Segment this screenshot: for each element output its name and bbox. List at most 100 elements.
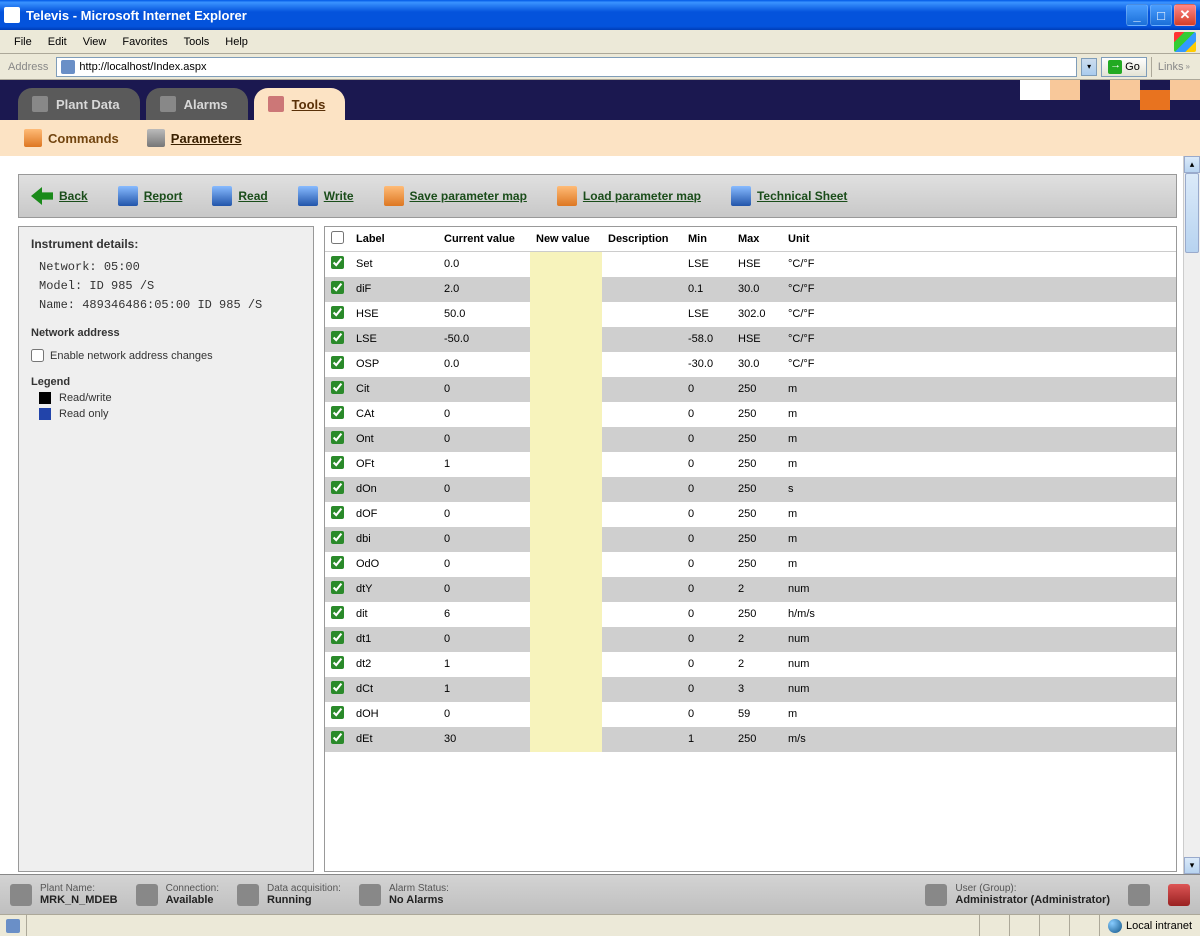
table-row: Cit00250m bbox=[325, 377, 1176, 402]
row-checkbox[interactable] bbox=[331, 656, 344, 669]
cell-new-value[interactable] bbox=[530, 477, 602, 502]
cell-new-value[interactable] bbox=[530, 702, 602, 727]
row-checkbox[interactable] bbox=[331, 606, 344, 619]
row-checkbox[interactable] bbox=[331, 506, 344, 519]
read-button[interactable]: Read bbox=[212, 186, 267, 206]
row-checkbox[interactable] bbox=[331, 381, 344, 394]
select-all-checkbox[interactable] bbox=[331, 231, 344, 244]
cell-new-value[interactable] bbox=[530, 677, 602, 702]
enable-network-changes-checkbox[interactable]: Enable network address changes bbox=[31, 349, 301, 362]
home-button[interactable] bbox=[1128, 884, 1150, 906]
row-checkbox[interactable] bbox=[331, 631, 344, 644]
address-input[interactable]: http://localhost/Index.aspx bbox=[56, 57, 1077, 77]
row-checkbox[interactable] bbox=[331, 306, 344, 319]
cell-new-value[interactable] bbox=[530, 652, 602, 677]
cell-desc bbox=[602, 302, 682, 327]
minimize-button[interactable]: _ bbox=[1126, 4, 1148, 26]
logout-button[interactable] bbox=[1168, 884, 1190, 906]
tab-plant-data[interactable]: Plant Data bbox=[18, 88, 140, 120]
go-arrow-icon bbox=[1108, 60, 1122, 74]
scroll-up-arrow-icon[interactable]: ▴ bbox=[1184, 156, 1200, 173]
close-button[interactable]: ✕ bbox=[1174, 4, 1196, 26]
page-favicon-icon bbox=[61, 60, 75, 74]
tab-tools[interactable]: Tools bbox=[254, 88, 346, 120]
th-current: Current value bbox=[438, 227, 530, 252]
cell-unit: m bbox=[782, 427, 842, 452]
menu-tools[interactable]: Tools bbox=[176, 34, 218, 50]
menu-view[interactable]: View bbox=[75, 34, 115, 50]
cell-unit: s bbox=[782, 477, 842, 502]
row-checkbox[interactable] bbox=[331, 706, 344, 719]
cell-new-value[interactable] bbox=[530, 352, 602, 377]
cell-label: dbi bbox=[350, 527, 438, 552]
back-button[interactable]: Back bbox=[31, 187, 88, 205]
row-checkbox[interactable] bbox=[331, 281, 344, 294]
cell-label: OFt bbox=[350, 452, 438, 477]
menu-file[interactable]: File bbox=[6, 34, 40, 50]
row-checkbox[interactable] bbox=[331, 456, 344, 469]
cell-new-value[interactable] bbox=[530, 377, 602, 402]
cell-unit: m/s bbox=[782, 727, 842, 752]
cell-current: 0 bbox=[438, 377, 530, 402]
cell-new-value[interactable] bbox=[530, 577, 602, 602]
menu-edit[interactable]: Edit bbox=[40, 34, 75, 50]
cell-new-value[interactable] bbox=[530, 427, 602, 452]
cell-desc bbox=[602, 652, 682, 677]
menu-help[interactable]: Help bbox=[217, 34, 256, 50]
row-checkbox[interactable] bbox=[331, 356, 344, 369]
cell-label: dt2 bbox=[350, 652, 438, 677]
cell-new-value[interactable] bbox=[530, 302, 602, 327]
cell-new-value[interactable] bbox=[530, 452, 602, 477]
cell-new-value[interactable] bbox=[530, 502, 602, 527]
maximize-button[interactable]: □ bbox=[1150, 4, 1172, 26]
row-checkbox[interactable] bbox=[331, 331, 344, 344]
connection-icon bbox=[136, 884, 158, 906]
scrollbar-thumb[interactable] bbox=[1185, 173, 1199, 253]
sub-toolbar: Commands Parameters bbox=[0, 120, 1200, 156]
table-row: Set0.0LSEHSE°C/°F bbox=[325, 252, 1176, 277]
go-button[interactable]: Go bbox=[1101, 57, 1147, 77]
cell-new-value[interactable] bbox=[530, 277, 602, 302]
write-button[interactable]: Write bbox=[298, 186, 354, 206]
save-map-button[interactable]: Save parameter map bbox=[384, 186, 527, 206]
row-checkbox[interactable] bbox=[331, 556, 344, 569]
row-checkbox[interactable] bbox=[331, 256, 344, 269]
th-desc: Description bbox=[602, 227, 682, 252]
vertical-scrollbar[interactable]: ▴ ▾ bbox=[1183, 156, 1200, 874]
row-checkbox[interactable] bbox=[331, 731, 344, 744]
cell-new-value[interactable] bbox=[530, 402, 602, 427]
table-row: dtY002num bbox=[325, 577, 1176, 602]
cell-desc bbox=[602, 427, 682, 452]
windows-flag-icon bbox=[1174, 32, 1196, 52]
cell-new-value[interactable] bbox=[530, 252, 602, 277]
technical-sheet-button[interactable]: Technical Sheet bbox=[731, 186, 847, 206]
cell-unit: m bbox=[782, 527, 842, 552]
cell-new-value[interactable] bbox=[530, 327, 602, 352]
links-toolbar[interactable]: Links» bbox=[1151, 57, 1196, 77]
tab-alarms[interactable]: Alarms bbox=[146, 88, 248, 120]
cell-new-value[interactable] bbox=[530, 552, 602, 577]
cell-label: Ont bbox=[350, 427, 438, 452]
row-checkbox[interactable] bbox=[331, 406, 344, 419]
cell-new-value[interactable] bbox=[530, 602, 602, 627]
row-checkbox[interactable] bbox=[331, 481, 344, 494]
cell-max: 30.0 bbox=[732, 277, 782, 302]
cell-min: 0 bbox=[682, 577, 732, 602]
row-checkbox[interactable] bbox=[331, 581, 344, 594]
cell-min: 0 bbox=[682, 677, 732, 702]
load-map-button[interactable]: Load parameter map bbox=[557, 186, 701, 206]
row-checkbox[interactable] bbox=[331, 531, 344, 544]
address-dropdown[interactable]: ▾ bbox=[1081, 58, 1097, 76]
scroll-down-arrow-icon[interactable]: ▾ bbox=[1184, 857, 1200, 874]
menu-favorites[interactable]: Favorites bbox=[114, 34, 175, 50]
report-button[interactable]: Report bbox=[118, 186, 183, 206]
cell-new-value[interactable] bbox=[530, 727, 602, 752]
table-row: dOn00250s bbox=[325, 477, 1176, 502]
cell-new-value[interactable] bbox=[530, 627, 602, 652]
cell-new-value[interactable] bbox=[530, 527, 602, 552]
row-checkbox[interactable] bbox=[331, 431, 344, 444]
subnav-parameters[interactable]: Parameters bbox=[147, 129, 242, 147]
row-checkbox[interactable] bbox=[331, 681, 344, 694]
status-data-acquisition: Data acquisition:Running bbox=[237, 883, 341, 906]
subnav-commands[interactable]: Commands bbox=[24, 129, 119, 147]
